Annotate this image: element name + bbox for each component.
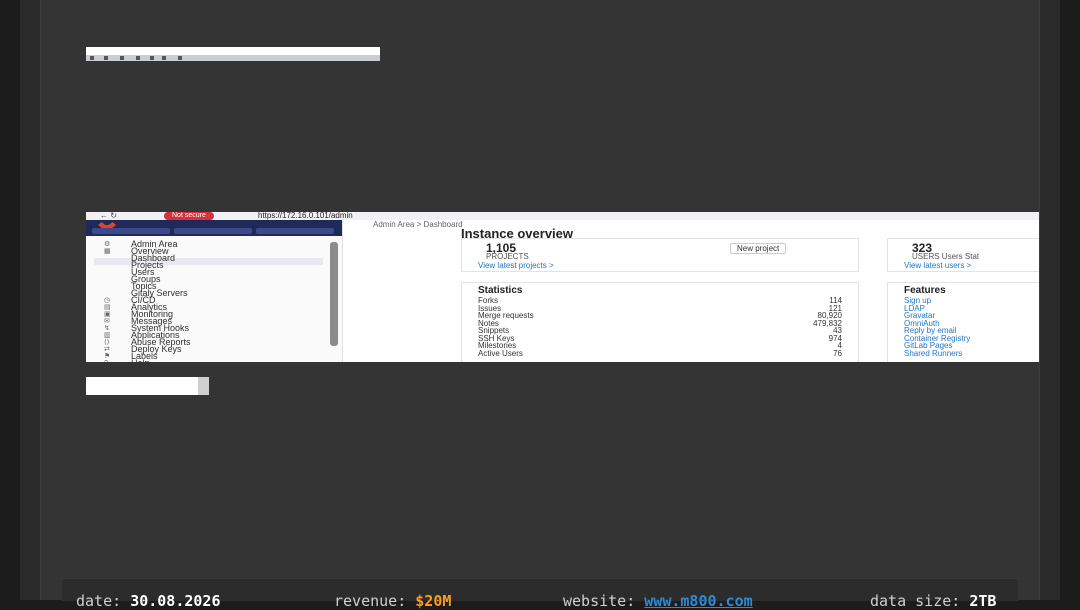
projects-card: 1,105 PROJECTS New project View latest p… [461, 238, 859, 272]
sidebar-item-label: Help [131, 359, 150, 363]
users-card: 323 USERS Users Stat View latest users > [887, 238, 1039, 272]
statistics-value: 76 [833, 348, 842, 358]
footer-website: website: www.m800.com [563, 592, 753, 610]
admin-screenshot[interactable]: ← ↻ Not secure https://172.16.0.101/admi… [86, 212, 1039, 362]
revenue-value: $20M [415, 592, 452, 610]
new-project-button[interactable]: New project [730, 243, 787, 254]
sidebar-item-icon: ? [104, 359, 108, 362]
footer-stats: date: 30.08.2026 revenue: $20M website: … [62, 578, 1018, 610]
statistics-card: Statistics Forks 114 Issues 121 Merge reques… [461, 282, 859, 362]
statistics-title: Statistics [478, 285, 523, 296]
features-title: Features [904, 285, 946, 296]
sidebar-header [86, 220, 342, 236]
sidebar-tab-2[interactable] [174, 228, 252, 234]
features-card: Features Sign up LDAP Gravatar OmniAuth Repl… [887, 282, 1039, 362]
small-input-handle[interactable] [198, 377, 209, 395]
footer-date: date: 30.08.2026 [76, 592, 221, 610]
small-input-field[interactable] [86, 377, 198, 395]
users-label: USERS Users Stat [912, 252, 980, 261]
revenue-key: revenue: [334, 592, 407, 610]
main-content: Admin Area > Dashboard Instance overview… [343, 220, 1039, 362]
projects-label: PROJECTS [486, 252, 529, 261]
browser-topbar: ← ↻ Not secure https://172.16.0.101/admi… [86, 212, 1039, 220]
website-key: website: [563, 592, 636, 610]
footer-data-size: data size: 2TB [870, 592, 996, 610]
sidebar-scrollbar[interactable] [330, 242, 338, 346]
admin-sidebar: ⚙ Admin Area ▦ Overview Dashboard Projects Use… [86, 220, 343, 362]
statistics-row: Active Users 76 [478, 348, 842, 358]
breadcrumb: Admin Area > Dashboard [373, 220, 463, 229]
view-projects-link[interactable]: View latest projects > [478, 261, 554, 270]
url-bar[interactable]: https://172.16.0.101/admin [258, 212, 353, 220]
data-size-key: data size: [870, 592, 961, 610]
data-size-value: 2TB [969, 592, 997, 610]
sidebar-item-icon: ▦ [104, 248, 111, 255]
browser-nav-icons[interactable]: ← ↻ [100, 212, 117, 220]
thumbnail-toolbar [86, 55, 380, 61]
thumbnail-small[interactable] [86, 47, 380, 61]
date-key: date: [76, 592, 122, 610]
website-link[interactable]: www.m800.com [644, 592, 752, 610]
not-secure-badge: Not secure [164, 212, 214, 220]
date-value: 30.08.2026 [130, 592, 221, 610]
footer-revenue: revenue: $20M [334, 592, 451, 610]
active-item-highlight [94, 258, 323, 265]
feature-item[interactable]: Shared Runners [904, 349, 1032, 358]
sidebar-tab-1[interactable] [92, 228, 170, 234]
statistics-label: Active Users [478, 348, 523, 358]
sidebar-tab-3[interactable] [256, 228, 334, 234]
view-users-link[interactable]: View latest users > [904, 261, 971, 270]
